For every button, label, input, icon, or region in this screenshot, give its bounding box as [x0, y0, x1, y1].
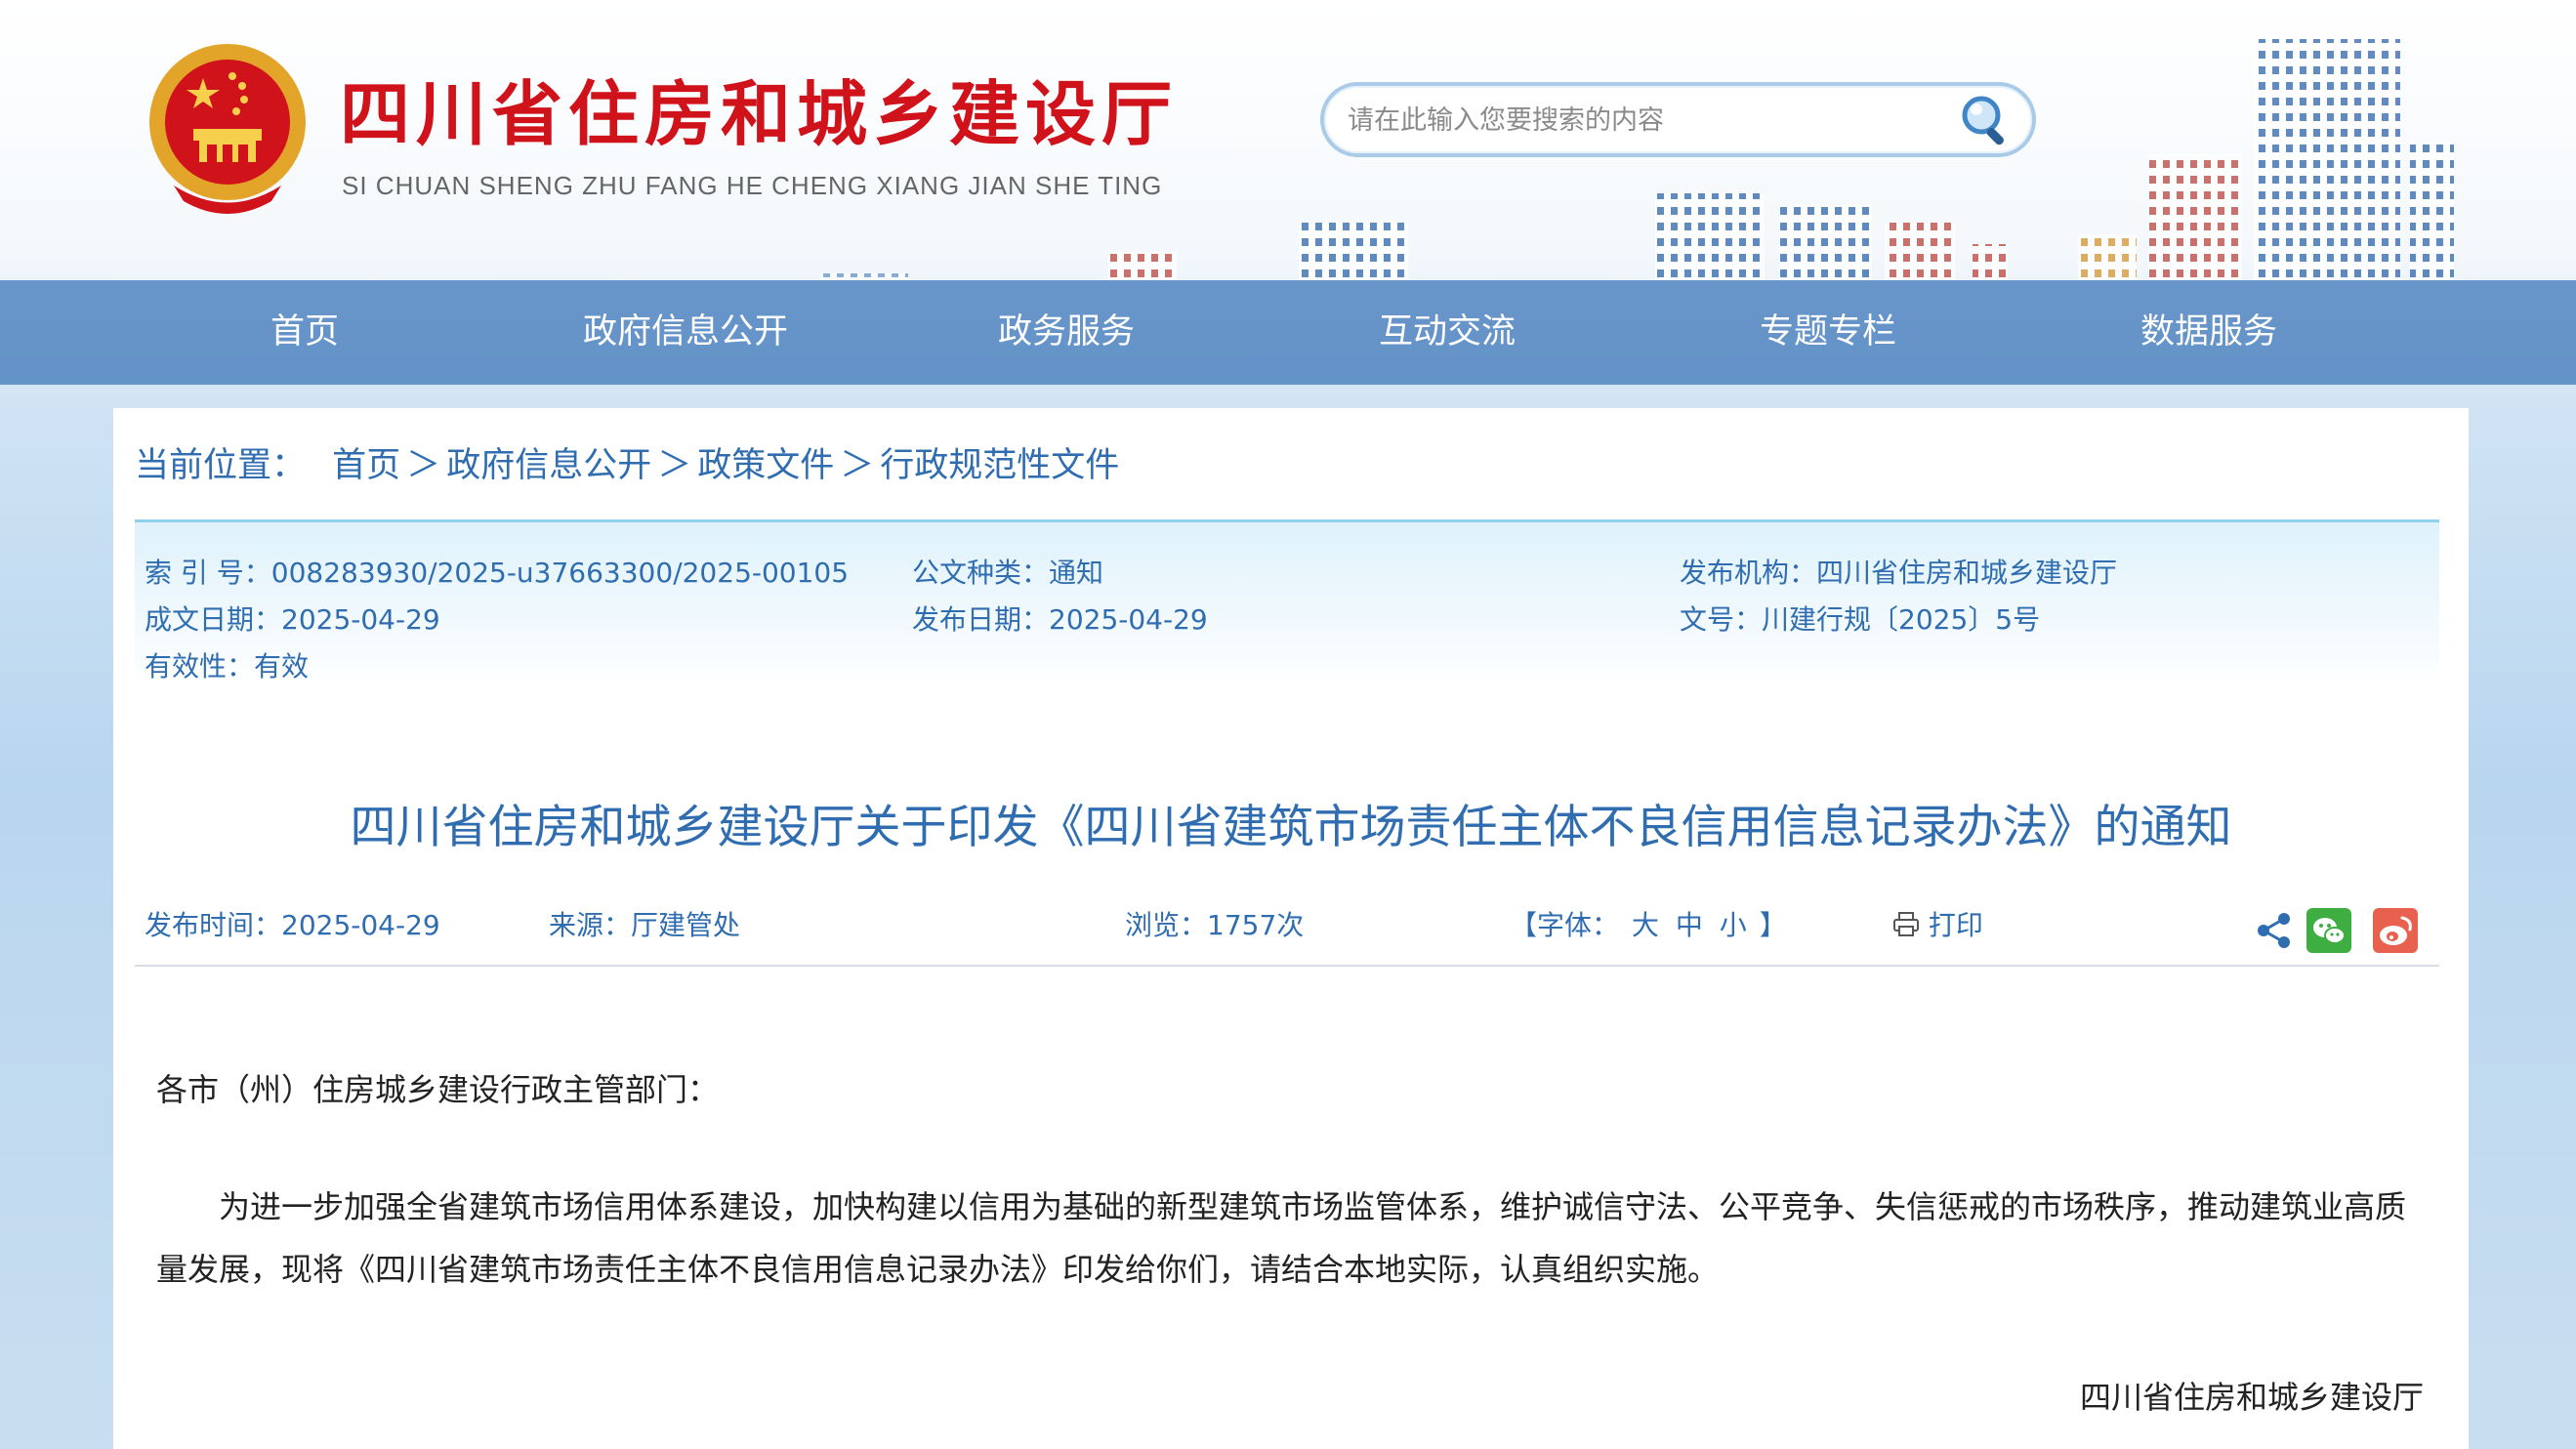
share-icon[interactable]	[2252, 908, 2297, 953]
nav-item-gov-info[interactable]: 政府信息公开	[549, 280, 822, 385]
national-emblem-icon	[149, 44, 306, 214]
site-header: 四川省住房和城乡建设厅 SI CHUAN SHENG ZHU FANG HE C…	[0, 0, 2576, 280]
print-button[interactable]: 打印	[1892, 904, 1983, 943]
document-info-bar: 发布时间：2025-04-29 来源：厅建管处 浏览：1757次 【字体： 大 …	[135, 896, 2439, 974]
main-nav: 首页 政府信息公开 政务服务 互动交流 专题专栏 数据服务	[0, 280, 2576, 385]
print-icon	[1893, 912, 1919, 936]
nav-item-gov-services[interactable]: 政务服务	[930, 280, 1203, 385]
font-size-label-close: 】	[1759, 909, 1787, 941]
nav-item-data-services[interactable]: 数据服务	[2072, 280, 2346, 385]
breadcrumb-gov-info[interactable]: 政府信息公开	[446, 446, 651, 485]
font-size-medium[interactable]: 中	[1676, 909, 1703, 941]
breadcrumb-separator: ＞	[840, 446, 875, 485]
meta-publisher: 发布机构：四川省住房和城乡建设厅	[1680, 557, 2118, 589]
font-size-control: 【字体： 大 中 小 】	[1510, 904, 1787, 943]
breadcrumb-admin-normative[interactable]: 行政规范性文件	[880, 446, 1119, 485]
meta-written-date: 成文日期：2025-04-29	[145, 603, 440, 636]
breadcrumb-separator: ＞	[406, 446, 441, 485]
weibo-icon[interactable]	[2373, 908, 2418, 953]
content-panel: 当前位置： 首页＞政府信息公开＞政策文件＞行政规范性文件 索 引 号：00828…	[113, 408, 2469, 1449]
breadcrumb-label: 当前位置：	[135, 446, 307, 485]
search-icon[interactable]	[1956, 92, 2015, 150]
meta-validity: 有效性：有效	[145, 650, 310, 683]
search-input[interactable]	[1348, 98, 1933, 143]
nav-item-home[interactable]: 首页	[168, 280, 441, 385]
breadcrumb-separator: ＞	[657, 446, 692, 485]
document-source: 来源：厅建管处	[549, 909, 741, 941]
view-count: 浏览：1757次	[1125, 909, 1305, 941]
breadcrumb: 当前位置： 首页＞政府信息公开＞政策文件＞行政规范性文件	[135, 437, 1119, 487]
info-divider	[135, 965, 2439, 967]
nav-item-topics[interactable]: 专题专栏	[1691, 280, 1965, 385]
document-signer: 四川省住房和城乡建设厅	[2079, 1379, 2424, 1416]
font-size-small[interactable]: 小	[1720, 909, 1747, 941]
meta-doc-type: 公文种类：通知	[912, 557, 1104, 589]
document-title: 四川省住房和城乡建设厅关于印发《四川省建筑市场责任主体不良信用信息记录办法》的通…	[350, 801, 2232, 854]
font-size-label: 【字体：	[1510, 909, 1620, 941]
search-box	[1320, 82, 2036, 157]
meta-publish-date: 发布日期：2025-04-29	[912, 603, 1208, 636]
document-salutation: 各市（州）住房城乡建设行政主管部门：	[156, 1071, 720, 1108]
site-subtitle: SI CHUAN SHENG ZHU FANG HE CHENG XIANG J…	[342, 171, 1163, 200]
meta-index-no: 索 引 号：008283930/2025-u37663300/2025-0010…	[145, 557, 850, 589]
wechat-icon[interactable]	[2306, 908, 2351, 953]
document-metadata: 索 引 号：008283930/2025-u37663300/2025-0010…	[135, 519, 2439, 687]
font-size-large[interactable]: 大	[1632, 909, 1659, 941]
breadcrumb-policy-docs[interactable]: 政策文件	[697, 446, 834, 485]
print-label: 打印	[1928, 909, 1983, 941]
site-title: 四川省住房和城乡建设厅	[340, 72, 1179, 155]
meta-doc-no: 文号：川建行规〔2025〕5号	[1680, 603, 2041, 636]
document-paragraph: 为进一步加强全省建筑市场信用体系建设，加快构建以信用为基础的新型建筑市场监管体系…	[156, 1188, 2407, 1288]
breadcrumb-home[interactable]: 首页	[332, 446, 400, 485]
nav-item-interaction[interactable]: 互动交流	[1310, 280, 1584, 385]
publish-time: 发布时间：2025-04-29	[145, 909, 440, 941]
